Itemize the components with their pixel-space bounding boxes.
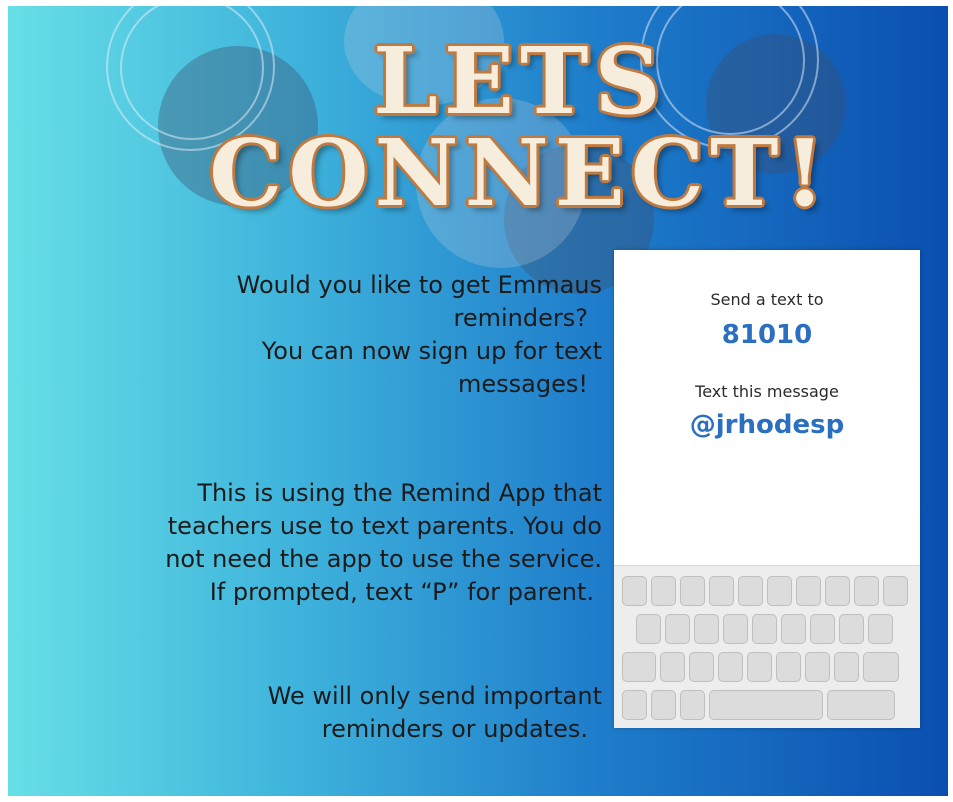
keyboard-key [651, 576, 676, 606]
phone-keyboard [614, 565, 920, 728]
keyboard-key [622, 690, 647, 720]
keyboard-key [854, 576, 879, 606]
keyboard-key [883, 576, 908, 606]
keyboard-key [680, 690, 705, 720]
important-reminders-paragraph: We will only send important reminders or… [268, 680, 602, 746]
text-line: You can now sign up for text [261, 337, 602, 365]
keyboard-key [781, 614, 806, 644]
keyboard-key [839, 614, 864, 644]
poster: LETS CONNECT! Would you like to get Emma… [8, 6, 948, 796]
keyboard-key [776, 652, 801, 682]
message-label: Text this message [695, 382, 839, 401]
keyboard-key [738, 576, 763, 606]
text-line: We will only send important [267, 682, 602, 710]
text-line: messages! [458, 370, 588, 398]
text-line: If prompted, text “P” for parent. [209, 578, 594, 606]
keyboard-delete-key [863, 652, 899, 682]
keyboard-key [723, 614, 748, 644]
keyboard-key [805, 652, 830, 682]
keyboard-key [868, 614, 893, 644]
text-line: This is using the Remind App that [197, 479, 602, 507]
keyboard-row [622, 652, 903, 682]
headline-connect: CONNECT! [209, 119, 831, 227]
keyboard-key [660, 652, 685, 682]
keyboard-key [689, 652, 714, 682]
keyboard-key [622, 576, 647, 606]
keyboard-key [767, 576, 792, 606]
keyboard-key [636, 614, 661, 644]
phone-screen: Send a text to 81010 Text this message @… [614, 250, 920, 728]
keyboard-row [622, 690, 899, 720]
keyboard-space-key [709, 690, 823, 720]
text-line: Would you like to get Emmaus [236, 271, 602, 299]
keyboard-key [651, 690, 676, 720]
keyboard-key [747, 652, 772, 682]
keyboard-shift-key [622, 652, 656, 682]
text-code: @jrhodesp [689, 410, 845, 440]
keyboard-key [752, 614, 777, 644]
text-number: 81010 [721, 320, 813, 350]
keyboard-key [665, 614, 690, 644]
keyboard-key [825, 576, 850, 606]
signup-paragraph: Would you like to get Emmaus reminders? … [237, 269, 602, 401]
text-line: reminders or updates. [321, 715, 588, 743]
text-line: teachers use to text parents. You do [167, 512, 602, 540]
keyboard-row [622, 576, 912, 606]
keyboard-key [680, 576, 705, 606]
keyboard-row [636, 614, 897, 644]
keyboard-key [834, 652, 859, 682]
send-text-label: Send a text to [710, 290, 824, 309]
remind-app-paragraph: This is using the Remind App that teache… [165, 477, 602, 609]
keyboard-key [810, 614, 835, 644]
keyboard-key [718, 652, 743, 682]
keyboard-key [694, 614, 719, 644]
keyboard-key [709, 576, 734, 606]
keyboard-return-key [827, 690, 895, 720]
keyboard-key [796, 576, 821, 606]
text-line: not need the app to use the service. [165, 545, 602, 573]
text-line: reminders? [453, 304, 588, 332]
